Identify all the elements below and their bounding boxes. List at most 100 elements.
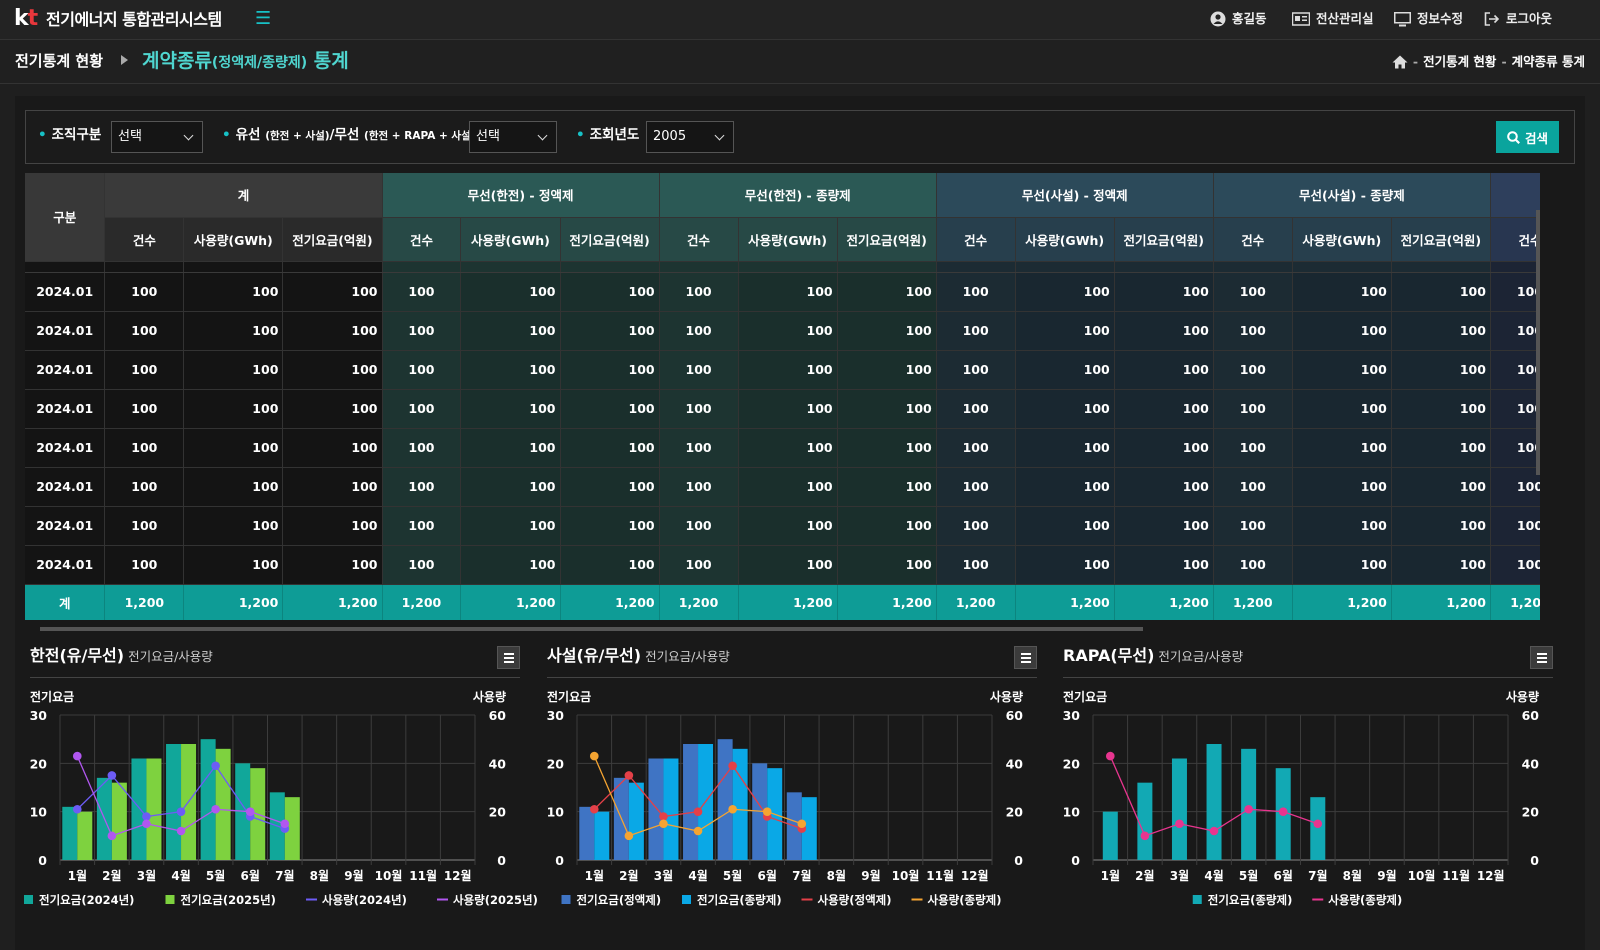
table-row[interactable]: 2024.01 100 100 100 100 100 100 100 100 100 100 100…: [25, 428, 1540, 468]
data-point: [1244, 804, 1253, 814]
column-header[interactable]: 전기요금(억원): [837, 217, 937, 262]
table-cell: 100: [282, 428, 383, 468]
data-point: [176, 826, 186, 836]
table-cell: 100: [738, 506, 838, 546]
data-point: [1105, 751, 1115, 761]
home-icon[interactable]: [1392, 55, 1408, 69]
line-type-select[interactable]: 선택: [469, 121, 557, 153]
org-select[interactable]: 선택: [111, 121, 203, 153]
table-cell: 100: [1114, 545, 1214, 585]
data-point: [107, 831, 117, 841]
column-header[interactable]: 사용량(GWh): [1015, 217, 1115, 262]
stats-table-container[interactable]: 구분 계 무선(한전) - 정액제 무선(한전) - 종량제 무선(사설) - 정액제 무…: [25, 173, 1540, 623]
column-header[interactable]: 전기요금(억원): [560, 217, 660, 262]
chart-menu-icon[interactable]: [1530, 646, 1553, 669]
user-circle-icon: [1210, 11, 1226, 27]
chart-rapa: RAPA(무선) 전기요금/사용량 전기요금 사용량 0 10 20 30 0 20 40 60 1월…: [1063, 645, 1553, 925]
total-row: 계 1,200 1,200 1,200 1,200 1,200 1,200 1,200 1,20…: [25, 584, 1540, 620]
table-cell: 100: [382, 545, 462, 585]
vertical-scrollbar[interactable]: [1536, 210, 1540, 475]
column-header[interactable]: 사용량(GWh): [1292, 217, 1392, 262]
y2-tick-label: 0: [1014, 853, 1023, 868]
year-select[interactable]: 2005: [646, 121, 734, 153]
table-row[interactable]: 2024.01 100 100 100 100 100 100 100 100 100 100 100…: [25, 350, 1540, 390]
chart-menu-icon[interactable]: [497, 646, 520, 669]
table-cell: 100: [659, 506, 739, 546]
table-row[interactable]: 2024.01 100 100 100 100 100 100 100 100 100 100 100…: [25, 389, 1540, 429]
column-header[interactable]: 전기요금(억원): [1114, 217, 1214, 262]
profile-edit-menu[interactable]: 정보수정: [1394, 11, 1463, 27]
monitor-icon: [1394, 11, 1411, 26]
table-row[interactable]: 2024.01 100 100 100 100 100 100 100 100 100 100 100…: [25, 545, 1540, 585]
data-point: [1313, 819, 1323, 829]
table-row[interactable]: 2024.01 100 100 100 100 100 100 100 100 100 100 100…: [25, 467, 1540, 507]
table-cell: 100: [738, 545, 838, 585]
table-cell: 100: [738, 467, 838, 507]
column-header[interactable]: 건수: [659, 217, 739, 262]
column-header[interactable]: 건수: [1213, 217, 1293, 262]
legend-label: 전기요금(정액제): [577, 893, 662, 907]
table-cell: 100: [282, 545, 383, 585]
x-tick-label: 11월: [926, 868, 954, 883]
table-row[interactable]: 2024.01 100 100 100 100 100 100 100 100 100 100 100…: [25, 272, 1540, 312]
table-cell: 100: [837, 350, 937, 390]
year-label: • 조회년도: [576, 127, 640, 143]
breadcrumb-parent[interactable]: 전기통계 현황: [15, 51, 103, 71]
column-header[interactable]: 건수: [1490, 217, 1540, 262]
filter-bar: • 조직구분 선택 • 유선 (한전 + 사설)/무선 (한전 + RAPA + 사…: [25, 110, 1575, 164]
data-point: [280, 819, 290, 829]
y2-axis-title: 사용량: [1506, 689, 1539, 704]
line-type-label: • 유선 (한전 + 사설)/무선 (한전 + RAPA + 사설): [222, 127, 476, 143]
column-header[interactable]: 건수: [382, 217, 462, 262]
table-cell: 100: [183, 506, 284, 546]
horizontal-scrollbar[interactable]: [40, 627, 1143, 631]
kt-logo[interactable]: kt: [14, 8, 38, 30]
x-tick-label: 2월: [1135, 868, 1154, 883]
column-header[interactable]: 건수: [104, 217, 185, 262]
table-cell: 100: [460, 272, 561, 312]
table-cell: 100: [282, 350, 383, 390]
table-cell: 100: [659, 545, 739, 585]
total-cell: 1,200: [183, 584, 284, 620]
data-point: [624, 831, 634, 841]
column-header[interactable]: 사용량(GWh): [183, 217, 284, 262]
y2-tick-label: 0: [1530, 853, 1539, 868]
chart-menu-icon[interactable]: [1014, 646, 1037, 669]
path-item-parent[interactable]: 전기통계 현황: [1423, 54, 1496, 70]
table-cell: 100: [1292, 467, 1392, 507]
table-cell: 100: [1490, 467, 1540, 507]
total-cell: 1,200: [460, 584, 561, 620]
group-header: 무선(사설) - 종량제: [1213, 173, 1491, 218]
table-cell: 100: [837, 506, 937, 546]
data-point: [176, 807, 186, 816]
table-cell: 2024.01: [25, 350, 106, 390]
hamburger-menu-icon[interactable]: ☰: [255, 10, 271, 28]
logout-menu[interactable]: 로그아웃: [1484, 11, 1552, 27]
y2-tick-label: 20: [1006, 805, 1024, 820]
column-header[interactable]: 전기요금(억원): [282, 217, 383, 262]
table-cell: 100: [837, 272, 937, 312]
table-row[interactable]: 2024.01 100 100 100 100 100 100 100 100 100 100 100…: [25, 311, 1540, 351]
stats-table: 구분 계 무선(한전) - 정액제 무선(한전) - 종량제 무선(사설) - 정액제 무…: [25, 173, 1540, 620]
admin-menu[interactable]: 전산관리실: [1292, 11, 1374, 27]
user-menu[interactable]: 홍길동: [1210, 11, 1267, 27]
table-cell: 100: [659, 467, 739, 507]
bar: [663, 758, 679, 860]
column-header[interactable]: 사용량(GWh): [460, 217, 561, 262]
table-cell: 100: [1114, 428, 1214, 468]
table-cell: 100: [1292, 389, 1392, 429]
column-header[interactable]: 전기요금(억원): [1391, 217, 1491, 262]
column-header[interactable]: 사용량(GWh): [738, 217, 838, 262]
table-cell: 100: [1015, 506, 1115, 546]
y-tick-label: 10: [30, 805, 48, 820]
table-cell: 100: [104, 311, 185, 351]
x-tick-label: 9월: [1377, 868, 1396, 883]
table-cell: 100: [382, 311, 462, 351]
bar: [77, 811, 93, 860]
column-header[interactable]: 건수: [936, 217, 1016, 262]
table-row[interactable]: 2024.01 100 100 100 100 100 100 100 100 100 100 100…: [25, 506, 1540, 546]
table-cell: 100: [659, 272, 739, 312]
legend-label: 사용량(종량제): [1328, 893, 1402, 907]
table-cell: 100: [560, 350, 660, 390]
search-button[interactable]: 검색: [1496, 121, 1559, 153]
